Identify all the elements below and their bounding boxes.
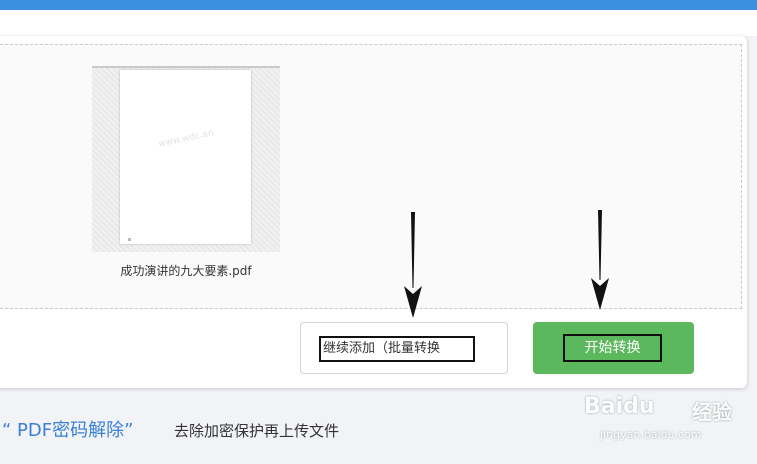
annotation-arrow-down-icon (404, 212, 422, 318)
file-name-label: 成功演讲的九大要素.pdf (120, 264, 252, 278)
start-conversion-label: 开始转换 (563, 334, 662, 362)
header-area (0, 10, 757, 36)
top-accent-bar (0, 0, 757, 10)
page-marker (128, 238, 131, 241)
jingyan-logo-text: 经验 (692, 400, 732, 424)
annotation-arrow-down-icon (591, 210, 609, 310)
add-more-files-label: 继续添加（批量转换 (319, 336, 475, 362)
add-more-files-button[interactable]: 继续添加（批量转换 (300, 322, 508, 374)
thumbnail-watermark: www.wdc.an (157, 128, 215, 150)
pdf-page-preview: www.wdc.an (120, 70, 251, 244)
watermark-url: jingyan.baidu.com (600, 428, 702, 441)
pdf-password-remove-link[interactable]: “ PDF密码解除” (2, 416, 133, 442)
baidu-jingyan-watermark: Baidu 经验 jingyan.baidu.com (584, 394, 734, 450)
start-conversion-button[interactable]: 开始转换 (533, 322, 694, 374)
footer-description: 去除加密保护再上传文件 (174, 422, 340, 440)
baidu-logo-text: Baidu (584, 394, 655, 419)
